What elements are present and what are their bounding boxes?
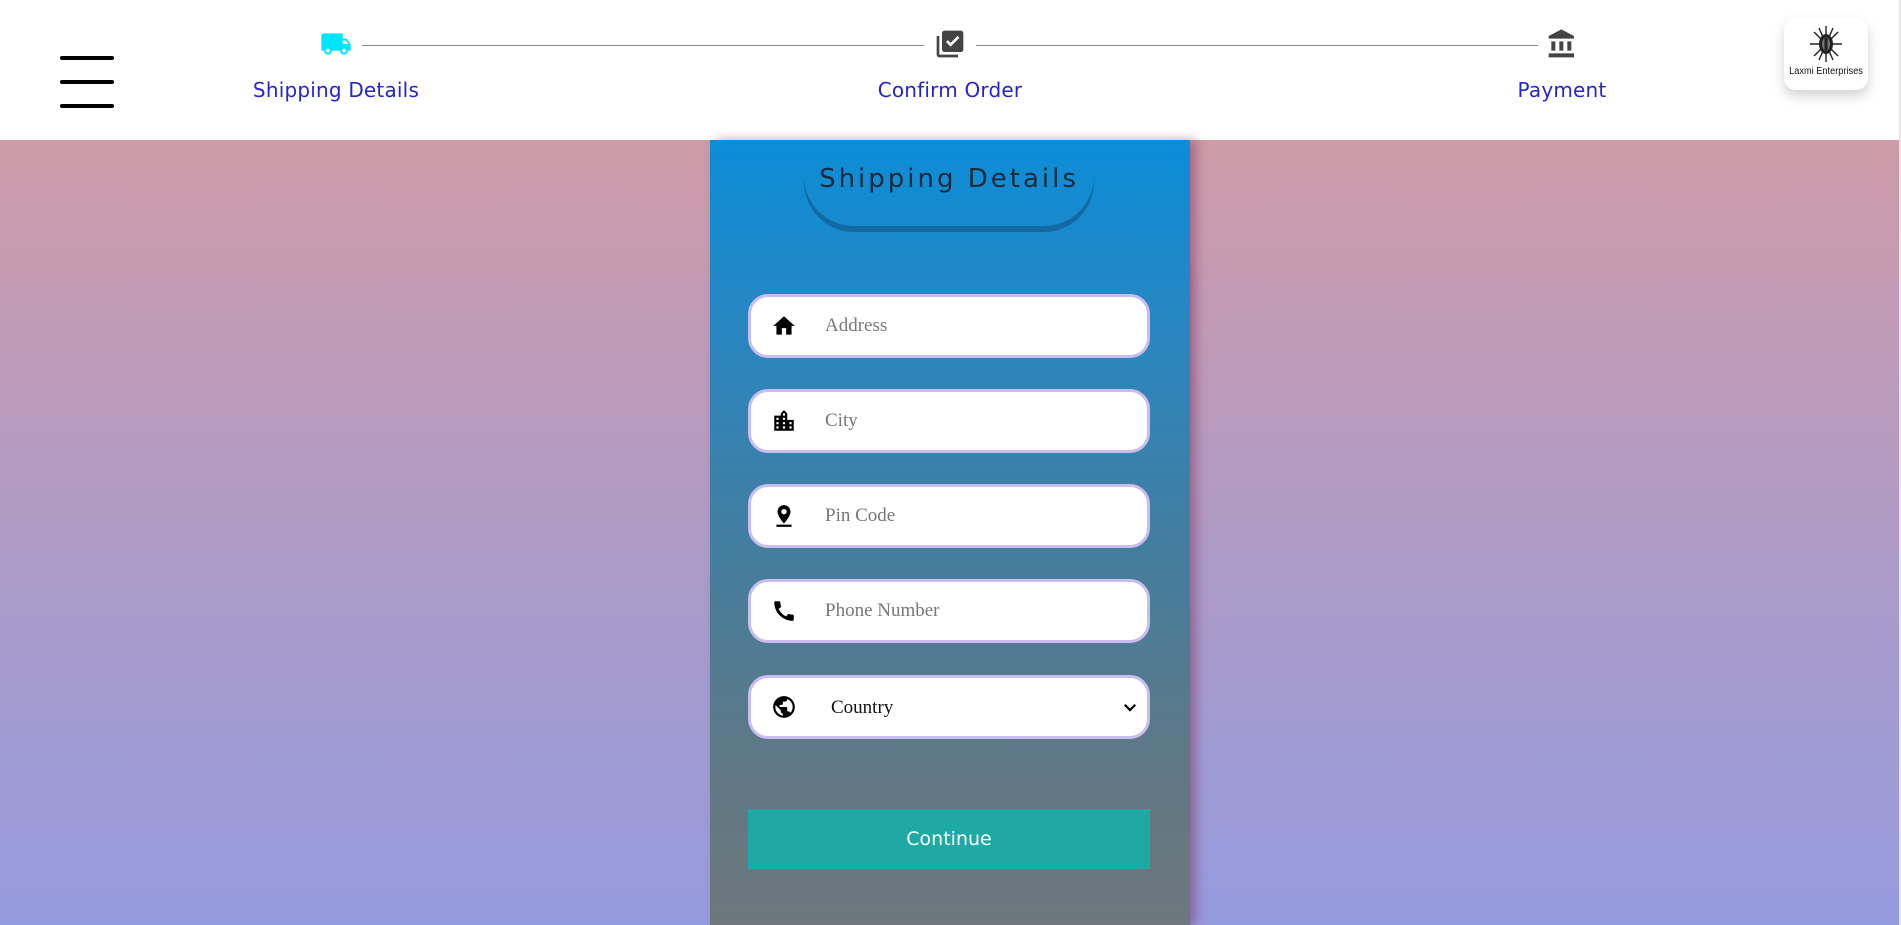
card-title-tab: Shipping Details xyxy=(804,140,1094,226)
country-field: Country xyxy=(748,675,1150,739)
pin-code-field xyxy=(748,484,1150,548)
hamburger-menu-icon[interactable] xyxy=(60,56,114,108)
phone-icon xyxy=(774,601,794,621)
pin-icon xyxy=(776,505,792,527)
city-icon xyxy=(774,410,794,431)
globe-icon xyxy=(773,696,795,718)
home-icon xyxy=(773,316,795,335)
truck-icon xyxy=(321,33,351,55)
card-title: Shipping Details xyxy=(819,164,1079,194)
address-input[interactable] xyxy=(825,297,1125,355)
bank-icon xyxy=(1548,29,1574,58)
country-select[interactable]: Country xyxy=(831,678,1147,736)
logo-text: Laxmi Enterprises xyxy=(1789,66,1863,77)
step-label: Payment xyxy=(1517,78,1607,102)
brand-logo[interactable]: Laxmi Enterprises xyxy=(1784,18,1868,90)
shipping-form-card: Shipping Details Country xyxy=(710,140,1190,925)
address-field xyxy=(748,294,1150,358)
logo-emblem-icon xyxy=(1810,26,1842,62)
header: Shipping Details Confirm Order Payment L… xyxy=(0,0,1901,140)
step-label: Shipping Details xyxy=(252,78,420,102)
phone-number-input[interactable] xyxy=(825,582,1125,640)
continue-button[interactable]: Continue xyxy=(748,809,1150,869)
step-shipping-details[interactable]: Shipping Details xyxy=(226,28,446,102)
city-input[interactable] xyxy=(825,392,1125,450)
city-field xyxy=(748,389,1150,453)
pin-code-input[interactable] xyxy=(825,487,1125,545)
phone-number-field xyxy=(748,579,1150,643)
library-add-check-icon xyxy=(936,30,964,58)
step-label: Confirm Order xyxy=(877,78,1023,102)
step-confirm-order[interactable]: Confirm Order xyxy=(840,28,1060,102)
step-payment[interactable]: Payment xyxy=(1452,28,1672,102)
